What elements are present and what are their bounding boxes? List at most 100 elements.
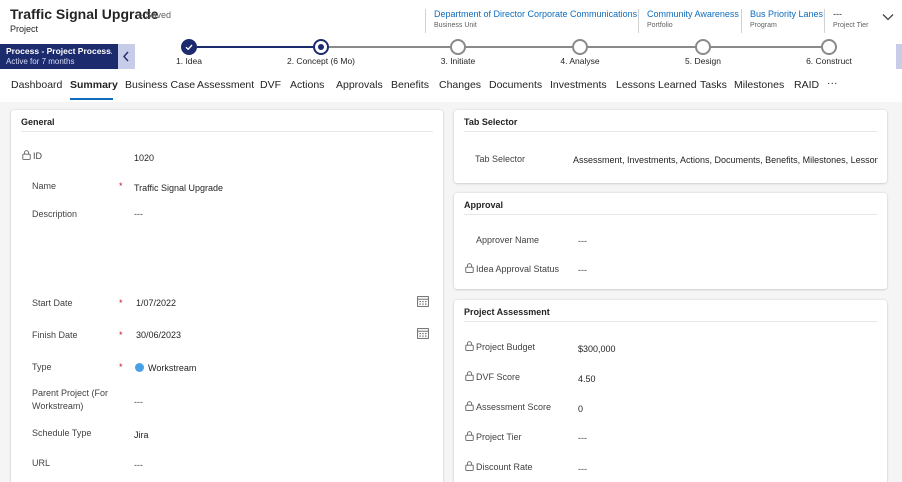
tab-dashboard[interactable]: Dashboard [11,79,62,91]
calendar-icon[interactable] [417,296,429,307]
save-status: - Saved [140,10,172,20]
tab-dvf[interactable]: DVF [260,79,281,91]
business-unit-label: Business Unit [434,22,477,29]
stage-label: 3. Initiate [440,56,476,66]
stage-idea[interactable]: 1. Idea [139,39,239,69]
finish-date-input[interactable]: 30/06/2023 [136,330,396,340]
lock-icon [465,341,474,351]
record-type: Project [10,24,39,34]
stage-complete-icon [181,39,197,55]
name-label: Name [32,181,57,191]
url-label: URL [32,458,51,468]
section-title: Project Assessment [464,307,550,317]
stage-label: 6. Construct [806,56,852,66]
tab-raid[interactable]: RAID [794,79,819,91]
stage-pending-icon [695,39,711,55]
stage-label: 5. Design [685,56,721,66]
section-divider [21,131,433,132]
tab-changes[interactable]: Changes [439,79,481,91]
tab-approvals[interactable]: Approvals [336,79,383,91]
dvf-score-value: 4.50 [578,374,596,384]
start-date-input[interactable]: 1/07/2022 [136,298,396,308]
project-budget-value: $300,000 [578,344,616,354]
process-previous-button[interactable] [118,44,135,69]
stage-label: 1. Idea [176,56,202,66]
name-input[interactable]: Traffic Signal Upgrade [134,183,424,193]
section-title: General [21,117,55,127]
project-tier-label: Project Tier [833,22,869,29]
project-tier-value: --- [833,9,842,19]
type-lookup[interactable]: Workstream [135,363,196,373]
tab-selector-label: Tab Selector [475,154,526,164]
process-next-button[interactable] [896,44,902,69]
portfolio-link[interactable]: Community Awareness [647,9,739,19]
required-indicator: * [119,181,123,191]
tab-milestones[interactable]: Milestones [734,79,784,91]
project-budget-label: Project Budget [476,342,536,352]
type-value[interactable]: Workstream [148,363,196,373]
business-unit-link[interactable]: Department of Director Corporate Communi… [434,9,637,19]
schedule-type-select[interactable]: Jira [134,430,149,440]
lock-icon [465,371,474,381]
chevron-left-icon [123,51,129,62]
tab-benefits[interactable]: Benefits [391,79,429,91]
dvf-score-label: DVF Score [476,372,521,382]
lock-icon [465,461,474,471]
assessment-score-value: 0 [578,404,584,414]
header-field-portfolio[interactable]: Community Awareness Portfolio [638,9,739,33]
chevron-down-icon[interactable] [881,10,895,24]
business-process-flow: Process - Project Process... Active for … [0,39,902,69]
required-indicator: * [119,298,123,308]
general-section: General ID 1020 Name * Traffic Signal Up… [11,110,443,482]
process-name: Process - Project Process... [6,46,112,56]
tab-lessons-learned[interactable]: Lessons Learned [616,79,697,91]
form-tab-list: Dashboard Summary Business Case Assessme… [0,69,902,102]
stage-analyse[interactable]: 4. Analyse [530,39,630,69]
approver-name-label: Approver Name [476,235,540,245]
more-tabs-button[interactable]: ··· [827,77,838,89]
tab-summary[interactable]: Summary [70,79,118,91]
discount-rate-value: --- [578,464,587,474]
parent-project-label: Parent Project (For Workstream) [32,388,109,411]
tab-investments[interactable]: Investments [550,79,607,91]
parent-project-lookup[interactable]: --- [134,397,143,407]
description-label: Description [32,209,78,219]
type-label: Type [32,362,52,372]
process-title-flyout[interactable]: Process - Project Process... Active for … [0,44,118,69]
id-label: ID [33,151,42,161]
project-assessment-section: Project Assessment Project Budget $300,0… [454,300,887,482]
approval-section: Approval Approver Name --- Idea Approval… [454,193,887,289]
tab-business-case[interactable]: Business Case [125,79,195,91]
section-title: Tab Selector [464,117,518,127]
header-field-business-unit[interactable]: Department of Director Corporate Communi… [425,9,637,33]
stage-label: 2. Concept (6 Mo) [286,56,356,66]
tab-assessment[interactable]: Assessment [197,79,254,91]
stage-design[interactable]: 5. Design [653,39,753,69]
finish-date-label: Finish Date [32,330,78,340]
record-type-icon [135,363,144,372]
description-input[interactable]: --- [134,209,424,284]
idea-approval-status-value: --- [578,265,587,275]
tab-tasks[interactable]: Tasks [700,79,727,91]
tab-actions[interactable]: Actions [290,79,324,91]
stage-concept[interactable]: 2. Concept (6 Mo) [271,39,371,69]
section-divider [464,214,877,215]
project-tier-field-value: --- [578,433,587,443]
tab-selector-multiselect[interactable]: Assessment, Investments, Actions, Docume… [573,155,878,165]
tab-documents[interactable]: Documents [489,79,542,91]
stage-pending-icon [572,39,588,55]
process-duration: Active for 7 months [6,57,75,66]
header-field-project-tier: --- Project Tier [824,9,868,33]
url-input[interactable]: --- [134,460,143,470]
id-value: 1020 [134,153,155,163]
discount-rate-label: Discount Rate [476,462,533,472]
section-divider [464,321,877,322]
stage-construct[interactable]: 6. Construct [779,39,879,69]
calendar-icon[interactable] [417,328,429,339]
required-indicator: * [119,330,123,340]
header-field-program[interactable]: Bus Priority Lanes Program [741,9,823,33]
stage-initiate[interactable]: 3. Initiate [408,39,508,69]
program-link[interactable]: Bus Priority Lanes [750,9,823,19]
portfolio-label: Portfolio [647,22,673,29]
approver-name-lookup[interactable]: --- [578,236,587,246]
